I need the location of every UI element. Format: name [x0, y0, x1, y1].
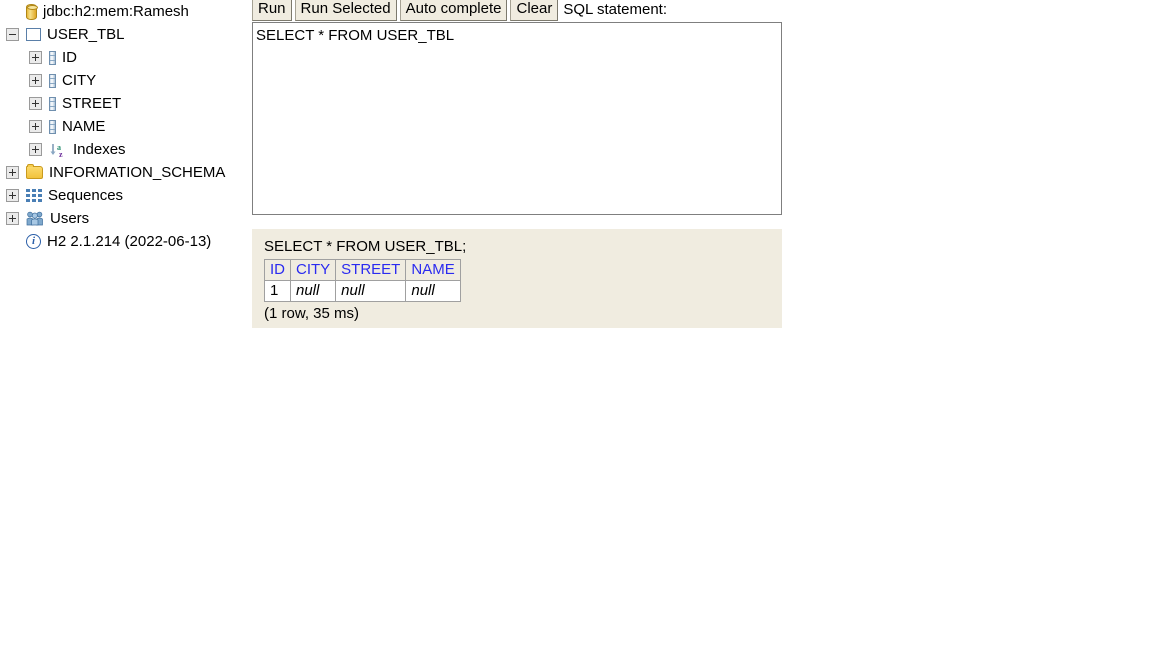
tree-toggle-expand-icon[interactable]	[29, 74, 42, 87]
result-status-text: (1 row, 35 ms)	[264, 305, 360, 322]
info-icon: i	[26, 234, 41, 249]
result-column-header-city[interactable]: CITY	[289, 259, 337, 281]
table-icon	[26, 28, 41, 41]
executed-query-text: SELECT * FROM USER_TBL;	[264, 238, 467, 255]
tree-item-column-id[interactable]: ID	[0, 46, 250, 69]
column-icon	[49, 73, 56, 88]
tree-toggle-expand-icon[interactable]	[6, 189, 19, 202]
index-sort-icon: a z	[49, 142, 67, 159]
result-cell-street: null	[335, 280, 407, 302]
sequences-icon	[26, 188, 42, 203]
run-button[interactable]: Run	[252, 0, 292, 21]
tree-item-label: Users	[50, 210, 90, 227]
tree-item-label: STREET	[62, 95, 122, 112]
tree-item-user-tbl[interactable]: USER_TBL	[0, 23, 250, 46]
column-icon	[49, 119, 56, 134]
tree-item-column-city[interactable]: CITY	[0, 69, 250, 92]
tree-item-label: CITY	[62, 72, 97, 89]
version-label: H2 2.1.214 (2022-06-13)	[47, 233, 212, 250]
column-icon	[49, 50, 56, 65]
result-table: ID CITY STREET NAME 1 null null null	[264, 259, 461, 302]
sql-workspace: Run Run Selected Auto complete Clear SQL…	[252, 0, 782, 215]
svg-text:z: z	[59, 150, 63, 158]
database-icon	[26, 3, 38, 20]
tree-toggle-spacer	[6, 235, 19, 248]
tree-toggle-expand-icon[interactable]	[29, 51, 42, 64]
tree-item-version-info: i H2 2.1.214 (2022-06-13)	[0, 230, 250, 253]
result-column-header-id[interactable]: ID	[264, 259, 291, 281]
result-cell-id: 1	[264, 280, 291, 302]
tree-toggle-expand-icon[interactable]	[6, 212, 19, 225]
result-header-row: ID CITY STREET NAME	[264, 259, 461, 281]
result-column-header-street[interactable]: STREET	[335, 259, 407, 281]
result-cell-city: null	[289, 280, 337, 302]
tree-item-label: USER_TBL	[47, 26, 125, 43]
folder-icon	[26, 164, 43, 179]
tree-toggle-expand-icon[interactable]	[29, 120, 42, 133]
auto-complete-button[interactable]: Auto complete	[399, 0, 508, 21]
clear-button[interactable]: Clear	[510, 0, 559, 21]
tree-item-label: jdbc:h2:mem:Ramesh	[43, 3, 189, 20]
tree-item-column-street[interactable]: STREET	[0, 92, 250, 115]
tree-toggle-spacer	[6, 5, 19, 18]
sql-statement-input[interactable]: SELECT * FROM USER_TBL	[252, 22, 782, 215]
tree-item-information-schema[interactable]: INFORMATION_SCHEMA	[0, 161, 250, 184]
database-tree-sidebar: jdbc:h2:mem:Ramesh USER_TBL ID CITY STRE…	[0, 0, 250, 648]
tree-item-label: Indexes	[73, 141, 126, 158]
tree-item-label: Sequences	[48, 187, 124, 204]
run-selected-button[interactable]: Run Selected	[294, 0, 397, 21]
users-icon	[26, 211, 44, 226]
tree-toggle-expand-icon[interactable]	[29, 143, 42, 156]
tree-toggle-collapse-icon[interactable]	[6, 28, 19, 41]
sql-statement-label: SQL statement:	[563, 1, 668, 18]
tree-item-column-name[interactable]: NAME	[0, 115, 250, 138]
tree-item-connection[interactable]: jdbc:h2:mem:Ramesh	[0, 0, 250, 23]
result-cell-name: null	[405, 280, 461, 302]
tree-item-indexes[interactable]: a z Indexes	[0, 138, 250, 161]
result-column-header-name[interactable]: NAME	[405, 259, 461, 281]
tree-item-label: NAME	[62, 118, 106, 135]
column-icon	[49, 96, 56, 111]
tree-toggle-expand-icon[interactable]	[29, 97, 42, 110]
tree-item-label: INFORMATION_SCHEMA	[49, 164, 226, 181]
sql-toolbar: Run Run Selected Auto complete Clear SQL…	[252, 0, 782, 21]
table-row: 1 null null null	[264, 280, 461, 302]
query-results-panel: SELECT * FROM USER_TBL; ID CITY STREET N…	[252, 229, 782, 328]
tree-item-sequences[interactable]: Sequences	[0, 184, 250, 207]
tree-item-users[interactable]: Users	[0, 207, 250, 230]
tree-item-label: ID	[62, 49, 77, 66]
tree-toggle-expand-icon[interactable]	[6, 166, 19, 179]
